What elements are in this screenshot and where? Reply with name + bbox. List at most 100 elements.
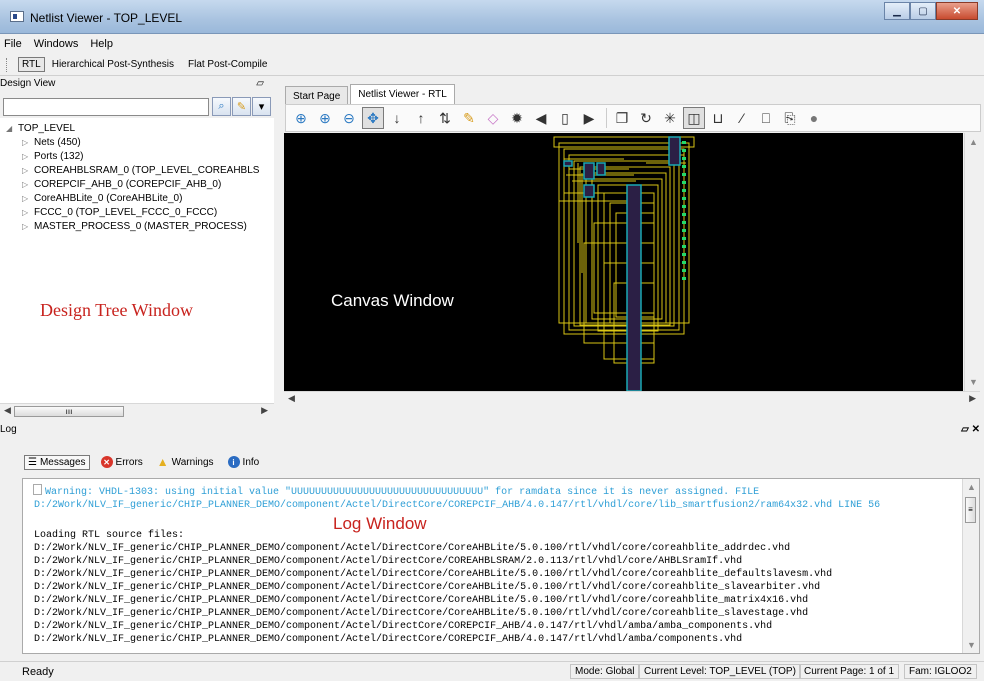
log-tab-messages[interactable]: ☰ Messages	[24, 454, 90, 470]
log-tab-errors[interactable]: ✕ Errors	[98, 455, 146, 469]
view-rtl-button[interactable]: RTL	[18, 57, 45, 72]
collapsed-arrow-icon[interactable]: ▷	[22, 194, 34, 203]
scroll-left-icon[interactable]: ◀	[4, 405, 11, 416]
block[interactable]	[583, 184, 595, 198]
copy-button[interactable]: ❐	[611, 107, 633, 129]
scroll-left-icon[interactable]: ◀	[288, 393, 295, 404]
log-warning-line: Warning: VHDL-1303: using initial value …	[45, 487, 760, 498]
options-dropdown-button[interactable]: ▾	[252, 97, 271, 116]
swap-button[interactable]: ⇅	[434, 107, 456, 129]
canvas-hscrollbar[interactable]: ◀ ▶	[284, 391, 980, 407]
collapsed-arrow-icon[interactable]: ▷	[22, 152, 34, 161]
tab-netlist-viewer-rtl[interactable]: Netlist Viewer - RTL	[350, 84, 455, 104]
move-up-button[interactable]: ↑	[410, 107, 432, 129]
title-bar[interactable]: Netlist Viewer - TOP_LEVEL ▁ ▢ ✕	[0, 0, 984, 34]
highlight-tool-button[interactable]: ✎	[458, 107, 480, 129]
toolbar-grip[interactable]	[6, 58, 8, 72]
menu-file[interactable]: File	[4, 38, 22, 50]
page-select-button[interactable]: ▯	[554, 107, 576, 129]
maximize-icon: ▢	[918, 5, 928, 17]
log-tab-label: Info	[242, 456, 260, 468]
design-tree-hscrollbar[interactable]: ◀ ııı ▶	[0, 403, 274, 419]
block[interactable]	[626, 184, 642, 391]
collapse-button[interactable]: ✳	[659, 107, 681, 129]
status-family: Fam: IGLOO2	[904, 664, 977, 679]
collapsed-arrow-icon[interactable]: ▷	[22, 208, 34, 217]
netlist-toolbar: ⊕ ⊕ ⊖ ✥ ↓ ↑ ⇅ ✎ ◇ ✹ ◀ ▯ ▶ ❐ ↻ ✳ ◫ ⊔ ⁄ ⎕ …	[285, 104, 981, 132]
document-icon	[33, 484, 42, 495]
float-icon[interactable]: ▱	[256, 78, 264, 89]
block[interactable]	[596, 162, 606, 176]
zoom-in-button[interactable]: ⊕	[314, 107, 336, 129]
tree-item[interactable]: ▷ Ports (132)	[22, 149, 83, 163]
pan-button[interactable]: ✥	[362, 107, 384, 129]
eraser-button[interactable]: ◇	[482, 107, 504, 129]
design-search-input[interactable]	[3, 98, 209, 116]
log-line: D:/2Work/NLV_IF_generic/CHIP_PLANNER_DEM…	[34, 582, 821, 593]
zoom-fit-button[interactable]: ⊕	[290, 107, 312, 129]
highlight-button[interactable]: ✎	[232, 97, 251, 116]
collapsed-arrow-icon[interactable]: ▷	[22, 166, 34, 175]
next-page-button[interactable]: ▶	[578, 107, 600, 129]
view-hierarchical-button[interactable]: Hierarchical Post-Synthesis	[49, 58, 177, 71]
log-line: D:/2Work/NLV_IF_generic/CHIP_PLANNER_DEM…	[34, 621, 773, 632]
copy-icon: ❐	[615, 109, 629, 126]
draw-wire-button[interactable]: ⁄	[731, 107, 753, 129]
settings-button[interactable]: ✹	[506, 107, 528, 129]
tree-item-label: Ports (132)	[34, 150, 84, 162]
float-close-icon[interactable]: ▱ ✕	[961, 424, 980, 435]
collapsed-arrow-icon[interactable]: ▷	[22, 222, 34, 231]
tree-root[interactable]: ◢ TOP_LEVEL	[6, 121, 75, 135]
scroll-right-icon[interactable]: ▶	[969, 393, 976, 404]
zoom-in-icon: ⊕	[319, 109, 331, 126]
tree-item[interactable]: ▷ MASTER_PROCESS_0 (MASTER_PROCESS)	[22, 219, 247, 233]
collapsed-arrow-icon[interactable]: ▷	[22, 180, 34, 189]
design-tree-annotation: Design Tree Window	[40, 300, 193, 320]
hierarchy-button[interactable]: ⊔	[707, 107, 729, 129]
record-button[interactable]: ●	[803, 107, 825, 129]
menu-help[interactable]: Help	[90, 38, 113, 50]
menu-windows[interactable]: Windows	[34, 38, 79, 50]
tree-item[interactable]: ▷ Nets (450)	[22, 135, 81, 149]
close-button[interactable]: ✕	[936, 2, 978, 20]
block[interactable]	[563, 160, 573, 167]
scroll-down-icon[interactable]: ▼	[969, 377, 978, 387]
move-down-button[interactable]: ↓	[386, 107, 408, 129]
scroll-right-icon[interactable]: ▶	[261, 405, 268, 416]
add-port-button[interactable]: ⎕	[755, 107, 777, 129]
tree-item[interactable]: ▷ CoreAHBLite_0 (CoreAHBLite_0)	[22, 191, 182, 205]
canvas-vscrollbar[interactable]: ▲ ▼	[964, 133, 981, 391]
tab-start-page[interactable]: Start Page	[285, 86, 349, 104]
tree-item[interactable]: ▷ FCCC_0 (TOP_LEVEL_FCCC_0_FCCC)	[22, 205, 217, 219]
maximize-button[interactable]: ▢	[910, 2, 936, 20]
tree-item[interactable]: ▷ COREAHBLSRAM_0 (TOP_LEVEL_COREAHBLS	[22, 163, 259, 177]
netlist-canvas[interactable]: Canvas Window	[284, 133, 963, 391]
scroll-up-icon[interactable]: ▲	[967, 482, 976, 492]
search-button[interactable]: ⌕	[212, 97, 231, 116]
scrollbar-thumb[interactable]: ııı	[14, 406, 124, 417]
refresh-button[interactable]: ↻	[635, 107, 657, 129]
block[interactable]	[583, 162, 595, 180]
new-page-button[interactable]: ⎘	[779, 107, 801, 129]
scrollbar-thumb[interactable]: ≡	[965, 497, 976, 523]
block[interactable]	[668, 136, 681, 166]
new-page-icon: ⎘	[784, 109, 796, 126]
minimize-button[interactable]: ▁	[884, 2, 910, 20]
log-tab-warnings[interactable]: ▲ Warnings	[154, 454, 217, 470]
log-output[interactable]: Warning: VHDL-1303: using initial value …	[22, 478, 980, 654]
scroll-up-icon[interactable]: ▲	[969, 137, 978, 147]
view-flat-button[interactable]: Flat Post-Compile	[185, 58, 270, 71]
expanded-arrow-icon[interactable]: ◢	[6, 124, 18, 133]
previous-page-button[interactable]: ◀	[530, 107, 552, 129]
line-icon: ⁄	[740, 110, 744, 126]
tree-item-label: MASTER_PROCESS_0 (MASTER_PROCESS)	[34, 220, 247, 232]
tree-item[interactable]: ▷ COREPCIF_AHB_0 (COREPCIF_AHB_0)	[22, 177, 221, 191]
log-tab-info[interactable]: i Info	[225, 455, 263, 469]
show-cells-button[interactable]: ◫	[683, 107, 705, 129]
zoom-out-button[interactable]: ⊖	[338, 107, 360, 129]
log-vscrollbar[interactable]: ▲ ≡ ▼	[962, 479, 979, 653]
collapsed-arrow-icon[interactable]: ▷	[22, 138, 34, 147]
scroll-down-icon[interactable]: ▼	[967, 640, 976, 650]
log-warning-line: D:/2Work/NLV_IF_generic/CHIP_PLANNER_DEM…	[34, 500, 881, 511]
pencil-icon: ✎	[236, 101, 247, 113]
